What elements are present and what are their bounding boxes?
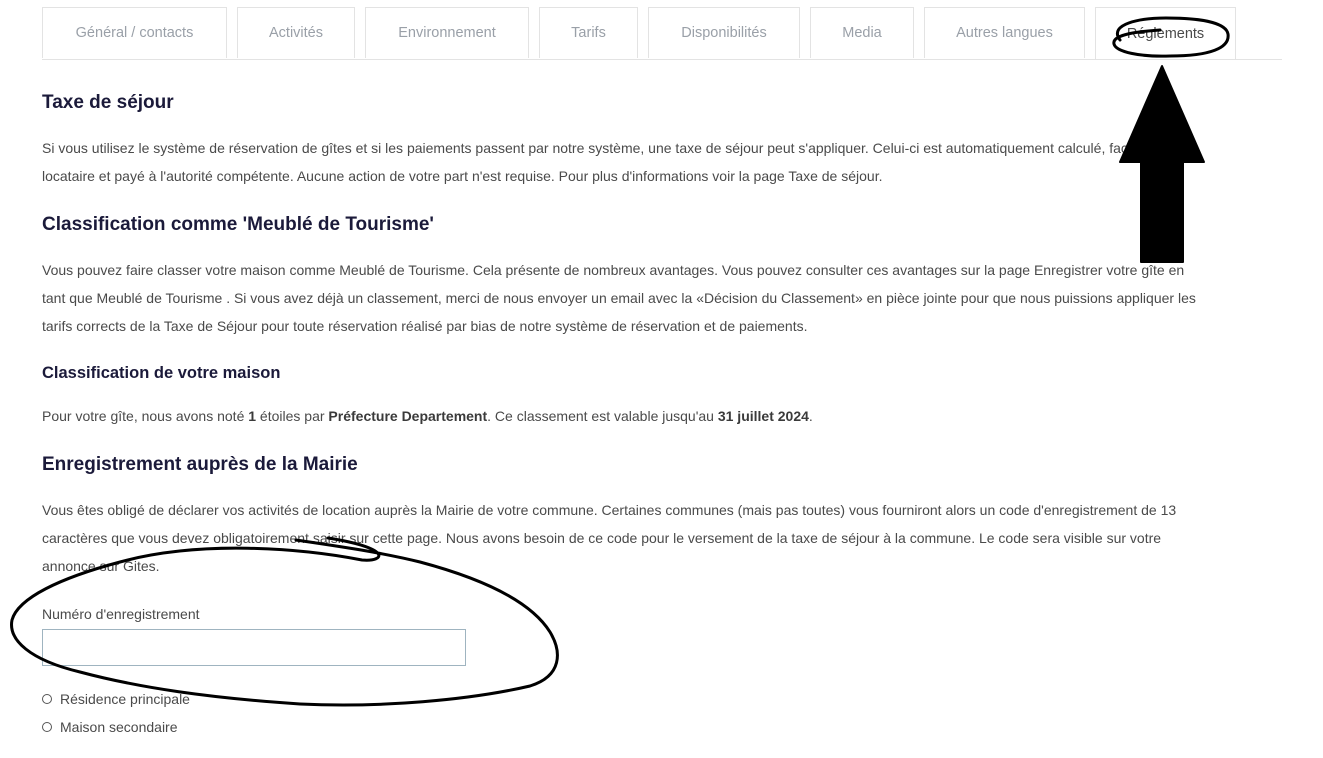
tab-bar: Général / contacts Activités Environneme… bbox=[42, 7, 1282, 60]
section-title-maison: Classification de votre maison bbox=[42, 364, 281, 382]
tab-label: Environnement bbox=[398, 25, 496, 41]
tab-label: Autres langues bbox=[956, 25, 1053, 41]
tab-label: Activités bbox=[269, 25, 323, 41]
radio-label: Maison secondaire bbox=[60, 719, 178, 735]
radio-maison-secondaire[interactable]: Maison secondaire bbox=[42, 719, 178, 735]
tab-media[interactable]: Media bbox=[810, 7, 914, 58]
stars-count: 1 bbox=[248, 408, 257, 424]
tab-general-contacts[interactable]: Général / contacts bbox=[42, 7, 227, 58]
section-title-classification: Classification comme 'Meublé de Tourisme… bbox=[42, 214, 434, 235]
page: Général / contacts Activités Environneme… bbox=[0, 0, 1323, 758]
tab-autres-langues[interactable]: Autres langues bbox=[924, 7, 1085, 58]
radio-label: Résidence principale bbox=[60, 691, 190, 707]
tab-label: Tarifs bbox=[571, 25, 606, 41]
text-fragment: étoiles par bbox=[256, 408, 329, 424]
section-title-mairie: Enregistrement auprès de la Mairie bbox=[42, 454, 358, 475]
text-line: annonce sur Gites. bbox=[42, 558, 160, 574]
text-line: caractères que vous devez obligatoiremen… bbox=[42, 530, 1162, 546]
section-text-taxe: Si vous utilisez le système de réservati… bbox=[42, 134, 1282, 190]
text-fragment: . Ce classement est valable jusqu'au bbox=[487, 408, 718, 424]
text-line: tant que Meublé de Tourisme . Si vous av… bbox=[42, 290, 1196, 306]
tab-environnement[interactable]: Environnement bbox=[365, 7, 529, 58]
section-text-maison: Pour votre gîte, nous avons noté 1 étoil… bbox=[42, 402, 1282, 430]
registration-number-input[interactable] bbox=[42, 629, 466, 666]
tab-tarifs[interactable]: Tarifs bbox=[539, 7, 638, 58]
valid-until-date: 31 juillet 2024 bbox=[717, 408, 809, 424]
tab-label: Général / contacts bbox=[75, 25, 194, 41]
text-line: Vous êtes obligé de déclarer vos activit… bbox=[42, 502, 1177, 518]
section-text-mairie: Vous êtes obligé de déclarer vos activit… bbox=[42, 496, 1282, 580]
tab-disponibilites[interactable]: Disponibilités bbox=[648, 7, 800, 58]
radio-residence-principale[interactable]: Résidence principale bbox=[42, 691, 190, 707]
classification-authority: Préfecture Departement bbox=[328, 408, 488, 424]
text-line: locataire et payé à l'autorité compétent… bbox=[42, 168, 883, 184]
registration-number-label: Numéro d'enregistrement bbox=[42, 606, 200, 622]
tab-activites[interactable]: Activités bbox=[237, 7, 355, 58]
tab-label: Media bbox=[842, 25, 882, 41]
tab-reglements[interactable]: Réglements bbox=[1095, 7, 1236, 59]
radio-circle-icon[interactable] bbox=[42, 722, 52, 732]
tab-label: Disponibilités bbox=[681, 25, 767, 41]
radio-circle-icon[interactable] bbox=[42, 694, 52, 704]
tab-label: Réglements bbox=[1126, 25, 1205, 42]
section-text-classification: Vous pouvez faire classer votre maison c… bbox=[42, 256, 1282, 340]
text-fragment: . bbox=[808, 408, 813, 424]
text-line: Si vous utilisez le système de réservati… bbox=[42, 140, 1172, 156]
text-line: tarifs corrects de la Taxe de Séjour pou… bbox=[42, 318, 808, 334]
text-line: Vous pouvez faire classer votre maison c… bbox=[42, 262, 1185, 278]
text-fragment: Pour votre gîte, nous avons noté bbox=[42, 408, 249, 424]
section-title-taxe: Taxe de séjour bbox=[42, 92, 174, 113]
